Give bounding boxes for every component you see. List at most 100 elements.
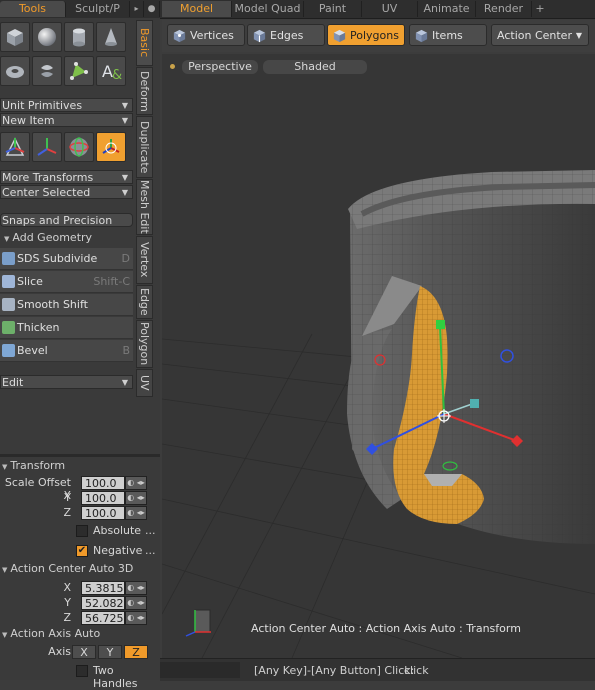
- sphere-icon[interactable]: [32, 22, 62, 52]
- snaps-precision-button[interactable]: Snaps and Precision: [0, 213, 133, 227]
- action-center-z-label: Z: [63, 611, 71, 624]
- items-mode-icon: [415, 29, 428, 43]
- unit-primitives-dropdown[interactable]: Unit Primitives ▼: [0, 98, 133, 112]
- tool-smooth-shift[interactable]: Smooth Shift: [0, 294, 133, 316]
- cone-icon[interactable]: [96, 22, 126, 52]
- tab-model-quad[interactable]: Model Quad: [232, 1, 304, 17]
- transform-tool-icon[interactable]: [96, 132, 126, 162]
- vtab-edge[interactable]: Edge: [136, 285, 153, 319]
- tool-thicken[interactable]: Thicken: [0, 317, 133, 339]
- 3d-viewport[interactable]: Perspective Shaded Action Center Auto: …: [162, 54, 595, 658]
- two-handles-label: Two Handles: [93, 664, 138, 690]
- scale-offset-z-label: Z: [63, 506, 71, 519]
- add-tab-button[interactable]: +: [532, 1, 548, 17]
- add-geometry-label: Add Geometry: [12, 231, 93, 244]
- smooth-shift-icon: [2, 298, 15, 311]
- axis-y-button[interactable]: Y: [98, 645, 122, 659]
- axis-x-button[interactable]: X: [72, 645, 96, 659]
- tab-paint[interactable]: Paint: [304, 1, 362, 17]
- add-geometry-section[interactable]: ▼ Add Geometry: [4, 231, 92, 245]
- vtab-duplicate[interactable]: Duplicate: [136, 116, 153, 178]
- expand-triangle-icon: ▼: [4, 235, 10, 243]
- negative-more-button[interactable]: ...: [145, 544, 156, 557]
- scale-offset-z-field[interactable]: 100.0 %: [81, 506, 125, 520]
- vertices-mode-icon: [173, 29, 186, 43]
- scale-offset-y-label: Y: [64, 491, 71, 504]
- tool-bevel[interactable]: Bevel B: [0, 340, 133, 362]
- expand-triangle-icon: ▼: [2, 631, 8, 639]
- tool-label: Bevel: [17, 344, 48, 357]
- torus-icon[interactable]: [0, 56, 30, 86]
- ac-z-stepper[interactable]: ◐ ◂▸: [125, 611, 147, 625]
- scale-x-stepper[interactable]: ◐ ◂▸: [125, 476, 147, 490]
- tool-label: SDS Subdivide: [17, 252, 98, 265]
- tab-menu-icon[interactable]: ●: [144, 1, 160, 17]
- polygons-label: Polygons: [350, 29, 399, 42]
- vertices-label: Vertices: [190, 29, 234, 42]
- edges-label: Edges: [270, 29, 304, 42]
- vtab-uv[interactable]: UV: [136, 369, 153, 397]
- scale-z-stepper[interactable]: ◐ ◂▸: [125, 506, 147, 520]
- move-tool-icon[interactable]: [0, 132, 30, 162]
- new-item-dropdown[interactable]: New Item ▼: [0, 113, 133, 127]
- absolute-checkbox[interactable]: [76, 525, 88, 537]
- polygons-mode-button[interactable]: Polygons: [327, 24, 405, 46]
- ac-x-stepper[interactable]: ◐ ◂▸: [125, 581, 147, 595]
- tab-model[interactable]: Model: [162, 1, 232, 17]
- action-center-z-field[interactable]: 56.725: [81, 611, 125, 625]
- tool-sds-subdivide[interactable]: SDS Subdivide D: [0, 248, 133, 270]
- command-input[interactable]: [160, 662, 240, 678]
- chevron-down-icon: ▼: [575, 31, 582, 40]
- negative-checkbox[interactable]: ✔: [76, 545, 88, 557]
- rotate-tool-icon[interactable]: [32, 132, 62, 162]
- negative-label: Negative: [93, 544, 143, 557]
- center-selected-dropdown[interactable]: Center Selected ▼: [0, 185, 133, 199]
- tab-scroll-icon[interactable]: ▸: [130, 1, 144, 17]
- edges-mode-icon: [253, 29, 266, 43]
- vtab-deform[interactable]: Deform: [136, 67, 153, 115]
- ac-y-stepper[interactable]: ◐ ◂▸: [125, 596, 147, 610]
- tab-tools[interactable]: Tools: [0, 1, 66, 17]
- transform-section[interactable]: ▼ Transform: [2, 459, 65, 473]
- scene-view: [162, 170, 595, 658]
- action-center-y-field[interactable]: 52.082: [81, 596, 125, 610]
- polygons-mode-icon: [333, 29, 346, 43]
- capsule-icon[interactable]: [32, 56, 62, 86]
- cylinder-icon[interactable]: [64, 22, 94, 52]
- edit-dropdown[interactable]: Edit ▼: [0, 375, 133, 389]
- status-bar: [Any Key]-[Any Button] Click: click: [160, 658, 595, 681]
- vtab-polygon[interactable]: Polygon: [136, 320, 153, 368]
- unit-primitives-label: Unit Primitives: [2, 99, 83, 112]
- scale-offset-y-field[interactable]: 100.0 %: [81, 491, 125, 505]
- items-mode-button[interactable]: Items: [409, 24, 487, 46]
- chevron-down-icon: ▼: [121, 378, 128, 387]
- cube-icon[interactable]: [0, 22, 30, 52]
- absolute-more-button[interactable]: ...: [145, 524, 156, 537]
- tool-slice[interactable]: Slice Shift-C: [0, 271, 133, 293]
- tab-animate[interactable]: Animate: [418, 1, 476, 17]
- action-center-section[interactable]: ▼ Action Center Auto 3D: [2, 562, 133, 576]
- text-tool-icon[interactable]: A &: [96, 56, 126, 86]
- scale-tool-icon[interactable]: [64, 132, 94, 162]
- action-axis-section[interactable]: ▼ Action Axis Auto: [2, 627, 100, 641]
- scale-offset-x-field[interactable]: 100.0 %: [81, 476, 125, 490]
- pen-tool-icon[interactable]: [64, 56, 94, 86]
- axis-z-button[interactable]: Z: [124, 645, 148, 659]
- vtab-basic[interactable]: Basic: [136, 20, 153, 66]
- vertices-mode-button[interactable]: Vertices: [167, 24, 245, 46]
- two-handles-checkbox[interactable]: [76, 665, 88, 677]
- scale-y-stepper[interactable]: ◐ ◂▸: [125, 491, 147, 505]
- vertical-tab-strip: Basic Deform Duplicate Mesh Edit Vertex …: [136, 20, 154, 410]
- more-transforms-dropdown[interactable]: More Transforms ▼: [0, 170, 133, 184]
- panel-divider[interactable]: [0, 454, 160, 457]
- action-center-dropdown[interactable]: Action Center ▼: [491, 24, 589, 46]
- tool-shortcut: B: [122, 344, 130, 357]
- vtab-vertex[interactable]: Vertex: [136, 236, 153, 284]
- edges-mode-button[interactable]: Edges: [247, 24, 325, 46]
- tab-sculpt-paint[interactable]: Sculpt/P: [66, 1, 130, 17]
- action-center-x-field[interactable]: 5.3815: [81, 581, 125, 595]
- tab-uv[interactable]: UV: [362, 1, 418, 17]
- tab-render[interactable]: Render: [476, 1, 532, 17]
- axis-selector: X Y Z: [72, 645, 154, 659]
- vtab-mesh-edit[interactable]: Mesh Edit: [136, 179, 153, 235]
